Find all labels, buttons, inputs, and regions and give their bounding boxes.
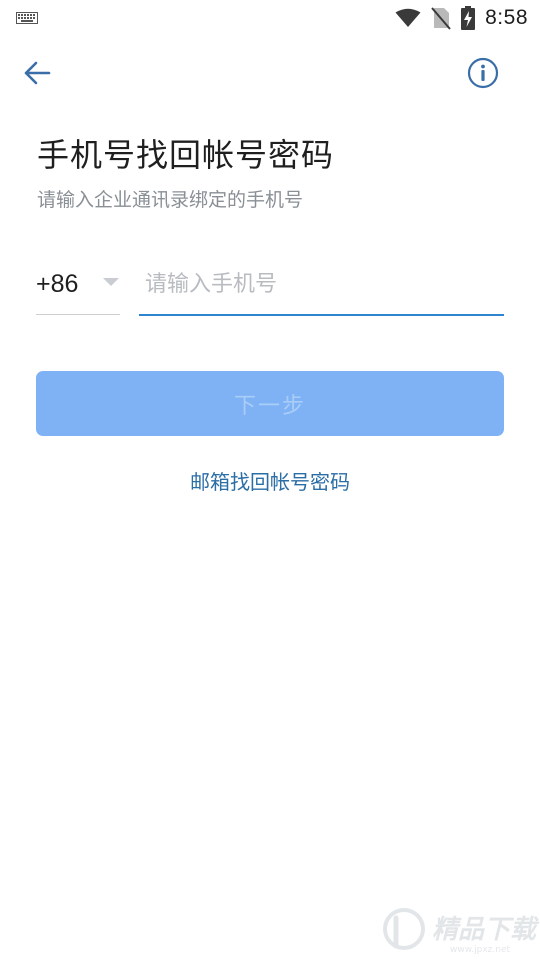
email-recovery-link[interactable]: 邮箱找回帐号密码 — [0, 466, 540, 498]
status-time: 8:58 — [485, 6, 528, 29]
info-circle-icon — [467, 57, 499, 89]
arrow-left-icon — [24, 61, 51, 85]
next-button[interactable]: 下一步 — [36, 371, 504, 436]
no-sim-icon — [431, 7, 451, 30]
page-subtitle: 请输入企业通讯录绑定的手机号 — [37, 189, 304, 211]
info-button[interactable] — [466, 56, 500, 90]
page-title: 手机号找回帐号密码 — [37, 136, 335, 174]
svg-text:www.jpxz.net: www.jpxz.net — [450, 945, 510, 955]
watermark-logo: 精品下载 www.jpxz.net — [383, 908, 540, 955]
wifi-icon — [395, 8, 421, 27]
country-code-label: +86 — [36, 270, 79, 298]
phone-input-container — [139, 262, 504, 316]
caret-down-icon — [103, 278, 119, 286]
svg-text:精品下载: 精品下载 — [432, 915, 540, 945]
battery-charging-icon — [461, 6, 476, 30]
country-code-selector[interactable]: +86 — [36, 262, 120, 315]
keyboard-icon — [16, 12, 38, 24]
status-bar: 8:58 — [0, 0, 540, 36]
back-button[interactable] — [20, 56, 54, 90]
phone-input[interactable] — [145, 266, 495, 302]
